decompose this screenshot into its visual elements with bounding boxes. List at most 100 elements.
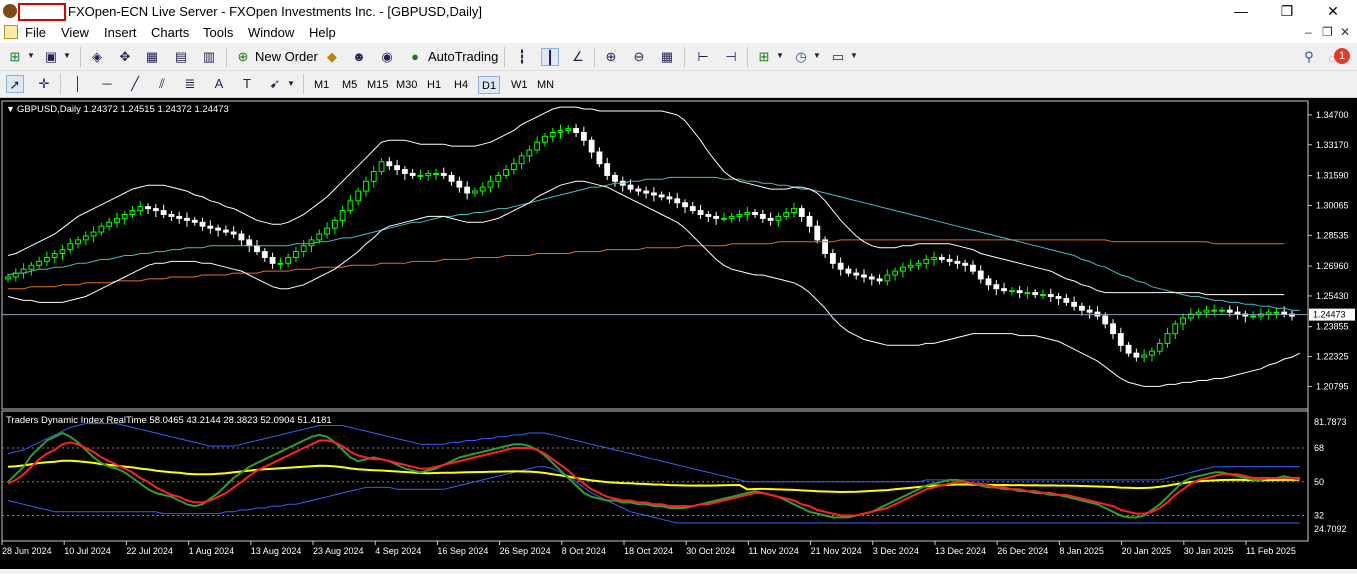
candle-body <box>363 180 369 192</box>
community-icon[interactable]: ☻ <box>350 48 368 66</box>
menu-help[interactable]: Help <box>309 25 336 40</box>
chart-window[interactable]: 1.34700 1.33170 1.31590 1.30065 1.28535 1.269… <box>0 98 1357 569</box>
bar-chart-icon[interactable]: ┇ <box>513 48 531 66</box>
line-chart-icon[interactable]: ∠ <box>569 48 587 66</box>
candle-body <box>534 141 541 151</box>
profiles-icon[interactable]: ▣ <box>42 48 60 66</box>
text-label-icon[interactable]: T <box>238 75 256 93</box>
new-order-icon[interactable]: ⊕ <box>234 48 252 66</box>
data-window-icon[interactable]: ✥ <box>116 48 134 66</box>
price-label: 1.28535 <box>1316 230 1349 240</box>
timeframe-m30[interactable]: M30 <box>393 76 420 94</box>
menu-window[interactable]: Window <box>248 25 294 40</box>
maximize-button[interactable]: ❐ <box>1264 0 1310 22</box>
candle-body <box>1032 292 1039 296</box>
title-bar: FXOpen-ECN Live Server - FXOpen Investme… <box>0 0 1357 22</box>
notifications-badge[interactable]: 1 <box>1334 48 1350 64</box>
tile-windows-icon[interactable]: ▦ <box>658 48 676 66</box>
text-icon[interactable]: A <box>210 75 228 93</box>
crosshair-icon[interactable]: ✛ <box>35 75 53 93</box>
candle-body <box>176 215 183 219</box>
signals-icon[interactable]: ◉ <box>378 48 396 66</box>
equidistant-channel-icon[interactable]: ⫽ <box>153 75 171 93</box>
auto-scroll-icon[interactable]: ⊢ <box>694 48 712 66</box>
strategy-tester-icon[interactable]: ▥ <box>200 48 218 66</box>
candle-body <box>324 227 330 235</box>
market-watch-icon[interactable]: ◈ <box>88 48 106 66</box>
candle-body <box>767 217 774 221</box>
autotrading-icon[interactable]: ● <box>406 48 424 66</box>
autotrading-button[interactable]: AutoTrading <box>428 49 498 64</box>
mdi-restore-button[interactable]: ❐ <box>1322 25 1333 39</box>
chevron-down-icon[interactable]: ▼ <box>287 79 295 88</box>
terminal-icon[interactable]: ▤ <box>172 48 190 66</box>
collapse-triangle-icon[interactable]: ▼ <box>6 104 15 114</box>
candle-body <box>814 225 821 241</box>
chevron-down-icon[interactable]: ▼ <box>27 51 35 60</box>
cursor-icon[interactable]: ➚ <box>6 75 24 93</box>
search-icon[interactable]: ⚲ <box>1300 48 1318 66</box>
close-button[interactable]: ✕ <box>1310 0 1356 22</box>
candle-body <box>542 135 548 143</box>
trendline-icon[interactable]: ╱ <box>126 75 144 93</box>
fibonacci-icon[interactable]: ≣ <box>181 75 199 93</box>
chevron-down-icon[interactable]: ▼ <box>63 51 71 60</box>
chart-shift-icon[interactable]: ⊣ <box>722 48 740 66</box>
price-label: 1.22325 <box>1316 352 1349 362</box>
candle-body <box>238 233 245 241</box>
menu-file[interactable]: File <box>25 25 46 40</box>
timeframe-mn[interactable]: MN <box>534 76 557 94</box>
minimize-button[interactable]: — <box>1218 0 1264 22</box>
timeframe-m5[interactable]: M5 <box>339 76 360 94</box>
zoom-in-icon[interactable]: ⊕ <box>602 48 620 66</box>
vertical-line-icon[interactable]: │ <box>69 75 87 93</box>
candle-body <box>1016 290 1023 294</box>
mdi-minimize-button[interactable]: – <box>1305 25 1312 39</box>
timeframe-m1[interactable]: M1 <box>311 76 332 94</box>
candle-body <box>573 128 579 133</box>
menu-charts[interactable]: Charts <box>151 25 189 40</box>
date-label: 16 Sep 2024 <box>437 546 488 556</box>
candle-body <box>565 128 572 132</box>
menu-tools[interactable]: Tools <box>203 25 233 40</box>
chevron-down-icon[interactable]: ▼ <box>813 51 821 60</box>
candle-body <box>75 239 81 245</box>
timeframe-h1[interactable]: H1 <box>424 76 444 94</box>
toolbar-separator <box>226 47 227 67</box>
main-chart-header: GBPUSD,Daily 1.24372 1.24515 1.24372 1.2… <box>17 104 229 115</box>
new-chart-icon[interactable]: ⊞ <box>6 48 24 66</box>
candlestick-icon[interactable]: ┃ <box>541 48 559 66</box>
candle-body <box>67 243 74 251</box>
date-label: 30 Oct 2024 <box>686 546 735 556</box>
new-order-button[interactable]: New Order <box>255 49 318 64</box>
timeframe-d1[interactable]: D1 <box>478 76 501 94</box>
navigator-icon[interactable]: ▦ <box>143 48 161 66</box>
date-label: 1 Aug 2024 <box>189 546 235 556</box>
price-label: 1.34700 <box>1316 110 1349 120</box>
menu-insert[interactable]: Insert <box>104 25 137 40</box>
periods-icon[interactable]: ◷ <box>792 48 810 66</box>
chevron-down-icon[interactable]: ▼ <box>850 51 858 60</box>
mdi-close-button[interactable]: ✕ <box>1340 25 1350 39</box>
indicators-icon[interactable]: ⊞ <box>755 48 773 66</box>
app-icon[interactable] <box>3 4 17 18</box>
chart-canvas[interactable]: 1.34700 1.33170 1.31590 1.30065 1.28535 1.269… <box>0 98 1357 569</box>
candle-body <box>207 225 214 229</box>
candle-body <box>36 260 43 266</box>
chevron-down-icon[interactable]: ▼ <box>776 51 784 60</box>
candle-body <box>254 245 260 253</box>
timeframe-m15[interactable]: M15 <box>364 76 391 94</box>
candle-body <box>1172 323 1179 335</box>
arrows-icon[interactable]: ➹ <box>266 75 284 93</box>
candle-body <box>1149 350 1155 356</box>
timeframe-h4[interactable]: H4 <box>451 76 471 94</box>
timeframe-w1[interactable]: W1 <box>508 76 531 94</box>
candle-body <box>845 268 852 274</box>
templates-icon[interactable]: ▭ <box>829 48 847 66</box>
horizontal-line-icon[interactable]: ─ <box>98 75 116 93</box>
metaeditor-icon[interactable]: ◆ <box>323 48 341 66</box>
document-icon[interactable] <box>4 25 18 39</box>
menu-view[interactable]: View <box>61 25 89 40</box>
candle-body <box>1110 323 1116 335</box>
zoom-out-icon[interactable]: ⊖ <box>630 48 648 66</box>
